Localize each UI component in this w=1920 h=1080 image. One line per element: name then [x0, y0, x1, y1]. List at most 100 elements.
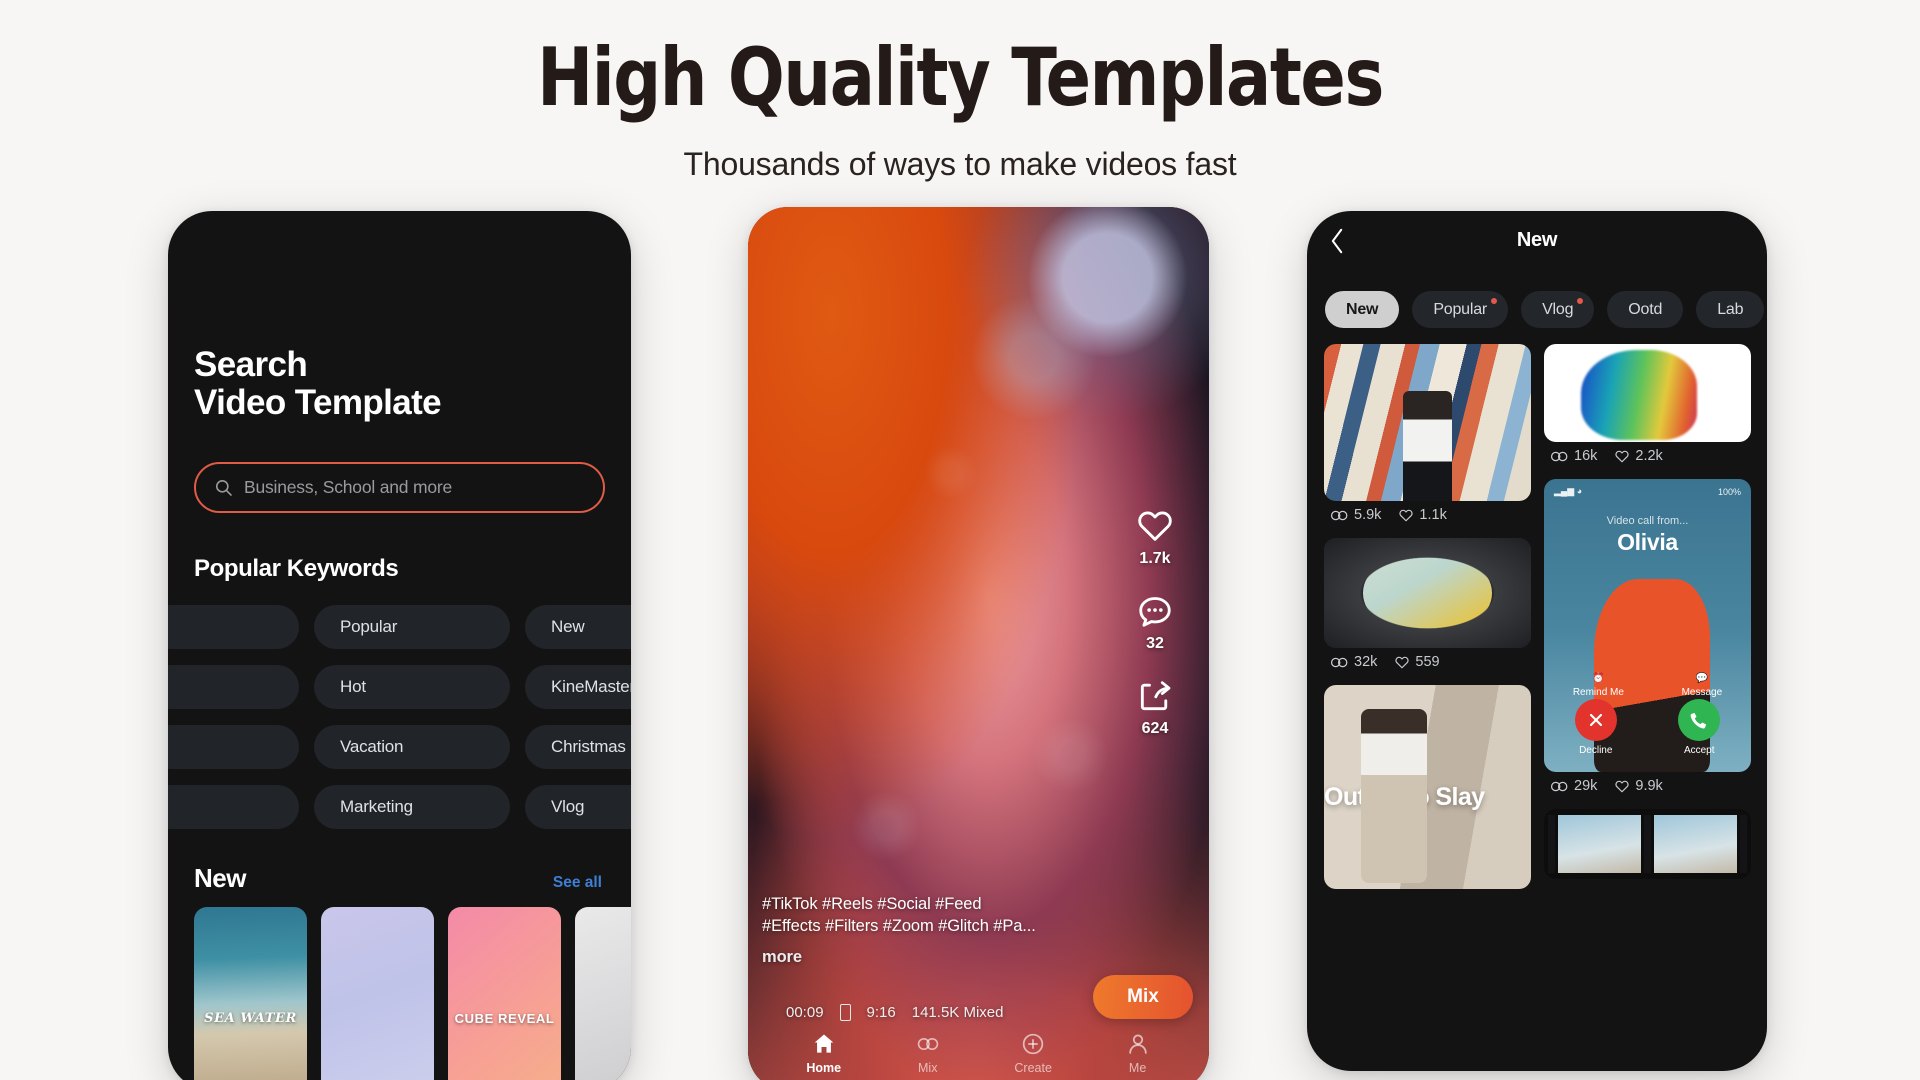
like-count: 2.2k — [1635, 448, 1663, 464]
share-count: 624 — [1141, 720, 1169, 737]
back-button[interactable] — [1329, 227, 1346, 260]
tab-popular[interactable]: Popular — [1412, 291, 1509, 328]
keyword-chip-christmas[interactable]: Christmas — [525, 725, 631, 770]
keyword-chip-popular[interactable]: Popular — [314, 605, 510, 650]
film-strip-edge — [1644, 815, 1651, 873]
tab-label: Ootd — [1628, 300, 1663, 318]
call-status-bar: ▂▄▆ ◕ 100% — [1554, 486, 1741, 497]
page-title: High Quality Templates — [537, 31, 1384, 124]
heart-icon — [1615, 450, 1630, 462]
tab-ootd[interactable]: Ootd — [1607, 291, 1684, 328]
decline-label: Decline — [1579, 745, 1613, 756]
decline-action[interactable]: Decline — [1574, 699, 1617, 756]
comment-action[interactable]: 32 — [1135, 592, 1175, 653]
template-card-mural[interactable]: 5.9k 1.1k — [1324, 344, 1531, 532]
film-frame — [1558, 815, 1641, 873]
tab-label: New — [1346, 300, 1379, 318]
keyword-chip-new[interactable]: New — [525, 605, 631, 650]
mix-stat: 29k — [1550, 778, 1597, 794]
mix-stat: 32k — [1330, 654, 1377, 670]
phone-new-templates: New New Popular Vlog Ootd Lab 5.9k 1.1k … — [1307, 211, 1767, 1071]
nav-item-home[interactable]: Home — [806, 1031, 841, 1075]
heart-icon — [1138, 511, 1172, 541]
keyword-chip-marketing[interactable]: Marketing — [314, 785, 510, 830]
nav-item-create[interactable]: Create — [1014, 1031, 1052, 1075]
template-thumbnail-pastel[interactable] — [321, 907, 434, 1080]
mix-stat: 16k — [1550, 448, 1597, 464]
like-action[interactable]: 1.7k — [1135, 507, 1175, 568]
signal-wifi-icons: ▂▄▆ ◕ — [1554, 486, 1583, 496]
tab-label: Vlog — [1542, 300, 1574, 318]
create-icon — [1022, 1033, 1044, 1055]
tab-label-partial[interactable]: Lab — [1696, 291, 1765, 328]
alarm-icon: ⏰ — [1592, 673, 1605, 684]
nav-item-mix[interactable]: Mix — [914, 1031, 942, 1075]
see-all-link[interactable]: See all — [553, 874, 602, 892]
aspect-ratio-icon — [839, 1004, 851, 1021]
message-icon: 💬 — [1695, 673, 1709, 684]
tab-vlog[interactable]: Vlog — [1521, 291, 1595, 328]
keyword-chip[interactable] — [168, 725, 299, 770]
heart-icon — [1399, 509, 1414, 521]
film-strip-edge — [1740, 815, 1747, 873]
keyword-chip[interactable] — [168, 605, 299, 650]
phone-video-feed: 1.7k 32 624 #TikTok #Reels #Social #Feed… — [748, 207, 1209, 1080]
search-input[interactable]: Business, School and more — [194, 462, 605, 514]
share-action[interactable]: 624 — [1135, 677, 1175, 738]
template-card-lens[interactable]: 32k 559 — [1324, 538, 1531, 679]
video-hashtags[interactable]: #TikTok #Reels #Social #Feed #Effects #F… — [762, 893, 1099, 969]
template-card-outfit[interactable]: Outfits to Slay — [1324, 685, 1531, 889]
keyword-chip-hot[interactable]: Hot — [314, 665, 510, 710]
like-stat: 559 — [1394, 654, 1440, 670]
nav-label-mix: Mix — [918, 1061, 938, 1075]
mix-icon — [1550, 781, 1568, 791]
tab-new[interactable]: New — [1325, 291, 1400, 328]
like-count: 9.9k — [1635, 778, 1663, 794]
remind-me-action[interactable]: ⏰ Remind Me — [1573, 673, 1624, 698]
accept-icon — [1678, 699, 1721, 741]
card-thumbnail: Outfits to Slay — [1324, 685, 1531, 889]
like-count: 1.7k — [1139, 550, 1171, 567]
mix-button[interactable]: Mix — [1093, 975, 1193, 1019]
template-thumbnail-partial[interactable] — [575, 907, 631, 1080]
keyword-row: Vacation Christmas — [168, 725, 631, 770]
phone-mockups-row: Search Video Template Business, School a… — [0, 207, 1920, 1080]
keyword-chip[interactable] — [168, 665, 299, 710]
keyword-chip-kinemaster[interactable]: KineMaster — [525, 665, 631, 710]
template-card-videocall[interactable]: ▂▄▆ ◕ 100% Video call from... Olivia ⏰ R… — [1544, 479, 1751, 803]
nav-item-me[interactable]: Me — [1125, 1031, 1151, 1075]
template-card-rainbow[interactable]: 16k 2.2k — [1544, 344, 1751, 473]
card-stats: 32k 559 — [1324, 648, 1531, 679]
card-thumbnail — [1544, 809, 1751, 879]
tab-badge-dot — [1491, 298, 1498, 304]
film-strip-edge — [1548, 815, 1555, 873]
video-mix-count: 141.5K Mixed — [911, 1004, 1004, 1021]
keyword-chip-vlog[interactable]: Vlog — [525, 785, 631, 830]
card-overlay-caption: Outfits to Slay — [1324, 782, 1485, 811]
card-thumbnail — [1544, 344, 1751, 442]
keyword-row: Hot KineMaster — [168, 665, 631, 710]
search-icon — [215, 480, 232, 497]
battery-indicator: 100% — [1717, 486, 1741, 497]
tab-badge-dot — [1577, 298, 1584, 304]
accept-label: Accept — [1683, 745, 1715, 756]
tab-label: Lab — [1717, 300, 1744, 318]
mix-icon — [1330, 657, 1348, 667]
card-stats: 16k 2.2k — [1544, 442, 1751, 473]
grid-column-right: 16k 2.2k ▂▄▆ ◕ 100% Video call from... O… — [1544, 344, 1751, 889]
mix-stat: 5.9k — [1330, 507, 1381, 523]
phone-search-screen: Search Video Template Business, School a… — [168, 211, 631, 1080]
action-rail: 1.7k 32 624 — [1119, 507, 1191, 738]
search-placeholder: Business, School and more — [244, 477, 453, 498]
keyword-chip[interactable] — [168, 785, 299, 830]
template-card-film[interactable] — [1544, 809, 1751, 879]
template-thumbnail-cube-reveal[interactable]: CUBE REVEAL — [448, 907, 561, 1080]
more-link[interactable]: more — [762, 946, 1099, 969]
mix-count: 32k — [1354, 654, 1378, 670]
template-thumbnail-sea-water[interactable]: SEA WATER — [194, 907, 307, 1080]
accept-action[interactable]: Accept — [1678, 699, 1721, 756]
heart-icon — [1395, 656, 1410, 668]
keyword-chip-vacation[interactable]: Vacation — [314, 725, 510, 770]
message-action[interactable]: 💬 Message — [1682, 673, 1723, 698]
card-thumbnail — [1324, 538, 1531, 648]
